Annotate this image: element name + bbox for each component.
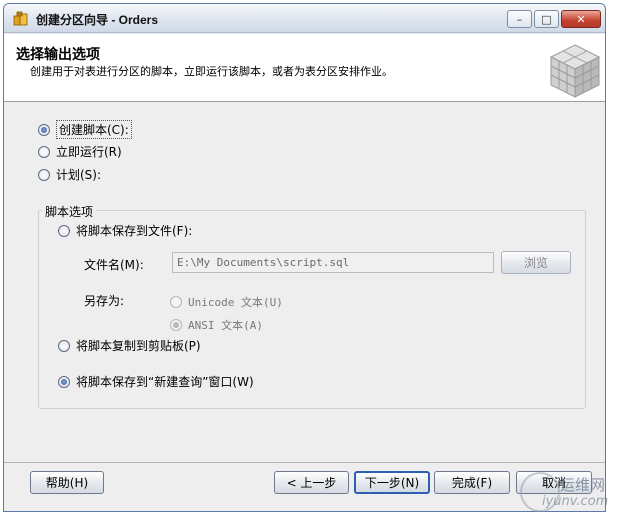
copy-to-clipboard-option[interactable]: 将脚本复制到剪贴板(P) bbox=[58, 337, 201, 354]
page-description: 创建用于对表进行分区的脚本，立即运行该脚本，或者为表分区安排作业。 bbox=[30, 65, 393, 78]
save-to-file-label: 将脚本保存到文件(F): bbox=[76, 224, 193, 238]
page-title: 选择输出选项 bbox=[16, 47, 100, 63]
run-now-option[interactable]: 立即运行(R) bbox=[38, 143, 122, 160]
copy-to-clipboard-label: 将脚本复制到剪贴板(P) bbox=[76, 339, 201, 353]
schedule-option[interactable]: 计划(S): bbox=[38, 166, 101, 183]
create-script-radio[interactable] bbox=[38, 123, 50, 136]
ansi-text-label: ANSI 文本(A) bbox=[188, 319, 263, 332]
unicode-text-radio[interactable] bbox=[170, 296, 182, 308]
filename-input[interactable]: E:\My Documents\script.sql bbox=[172, 252, 494, 273]
save-to-file-radio[interactable] bbox=[58, 224, 70, 237]
cube-icon bbox=[549, 44, 601, 98]
unicode-text-label: Unicode 文本(U) bbox=[188, 296, 283, 309]
minimize-icon: – bbox=[516, 12, 523, 26]
ansi-text-option[interactable]: ANSI 文本(A) bbox=[170, 317, 263, 333]
wizard-app-icon bbox=[13, 11, 28, 26]
script-options-legend: 脚本选项 bbox=[42, 203, 97, 220]
save-to-file-option[interactable]: 将脚本保存到文件(F): bbox=[58, 222, 192, 239]
schedule-radio[interactable] bbox=[38, 168, 50, 181]
browse-button[interactable]: 浏览 bbox=[501, 251, 571, 274]
help-button[interactable]: 帮助(H) bbox=[30, 471, 104, 494]
run-now-radio[interactable] bbox=[38, 145, 50, 158]
maximize-button[interactable]: □ bbox=[534, 10, 559, 28]
unicode-text-option[interactable]: Unicode 文本(U) bbox=[170, 294, 283, 310]
finish-button[interactable]: 完成(F) bbox=[434, 471, 510, 494]
filename-label: 文件名(M): bbox=[84, 258, 144, 272]
minimize-button[interactable]: – bbox=[507, 10, 532, 28]
close-icon: ✕ bbox=[576, 12, 586, 26]
maximize-icon: □ bbox=[541, 12, 552, 26]
back-button[interactable]: < 上一步 bbox=[274, 471, 349, 494]
save-to-new-query-label: 将脚本保存到“新建查询”窗口(W) bbox=[76, 375, 254, 389]
close-button[interactable]: ✕ bbox=[561, 10, 601, 28]
next-button[interactable]: 下一步(N) bbox=[354, 471, 430, 494]
save-as-label: 另存为: bbox=[84, 294, 125, 308]
create-script-option[interactable]: 创建脚本(C): bbox=[38, 120, 132, 139]
save-to-new-query-radio[interactable] bbox=[58, 375, 70, 388]
create-script-label: 创建脚本(C): bbox=[56, 120, 132, 139]
wizard-header: 选择输出选项 创建用于对表进行分区的脚本，立即运行该脚本，或者为表分区安排作业。 bbox=[4, 34, 605, 102]
copy-to-clipboard-radio[interactable] bbox=[58, 339, 70, 352]
schedule-label: 计划(S): bbox=[56, 168, 102, 182]
save-to-new-query-option[interactable]: 将脚本保存到“新建查询”窗口(W) bbox=[58, 373, 254, 390]
footer-divider bbox=[4, 462, 605, 463]
run-now-label: 立即运行(R) bbox=[56, 145, 122, 159]
watermark: 运维网 iyunv.com bbox=[520, 470, 616, 516]
watermark-url: iyunv.com bbox=[542, 494, 609, 509]
title-bar[interactable]: 创建分区向导 - Orders – □ ✕ bbox=[4, 4, 605, 33]
window-title: 创建分区向导 - Orders bbox=[36, 13, 159, 27]
watermark-text: 运维网 bbox=[560, 476, 606, 494]
wizard-window: 创建分区向导 - Orders – □ ✕ 选择输出选项 创建用于对表进行分区的… bbox=[3, 3, 606, 512]
ansi-text-radio[interactable] bbox=[170, 319, 182, 331]
